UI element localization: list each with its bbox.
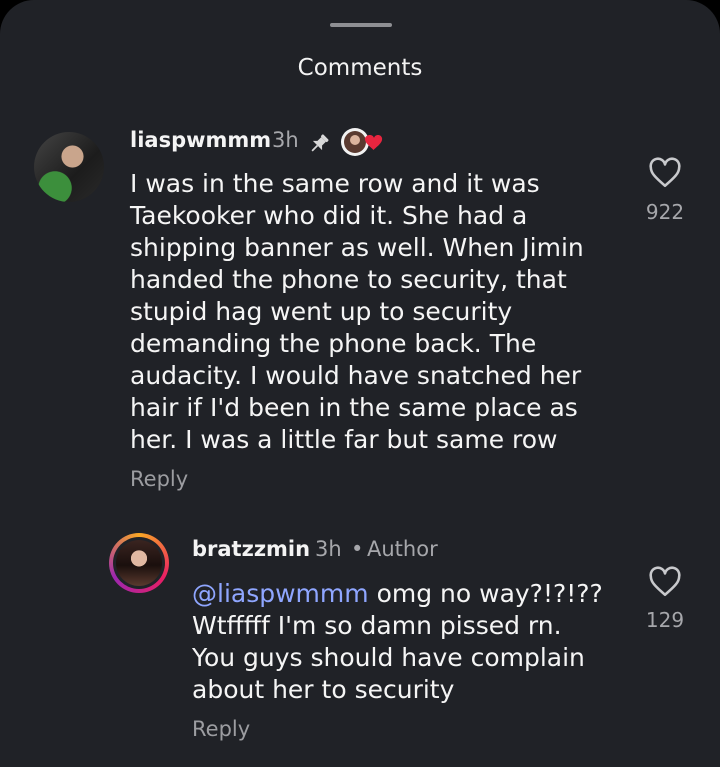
mention-link[interactable]: @liaspwmmm [192, 579, 369, 608]
avatar[interactable] [34, 132, 104, 202]
like-count: 129 [645, 608, 685, 632]
comment-username[interactable]: bratzzmin [192, 537, 310, 561]
comment-text: @liaspwmmm omg no way?!?!?? Wtfffff I'm … [192, 578, 612, 706]
page-title: Comments [297, 55, 423, 81]
like-count: 922 [645, 200, 685, 224]
avatar[interactable] [109, 533, 169, 593]
meta-separator: • [351, 537, 364, 561]
author-badge: Author [367, 537, 438, 561]
comment-time: 3h [315, 537, 342, 561]
reply-button[interactable]: Reply [130, 467, 188, 491]
comment-text: I was in the same row and it was Taekook… [130, 169, 584, 454]
comment-time: 3h [272, 128, 299, 152]
comments-sheet: Comments liaspwmmm 3h I was in the same … [0, 0, 720, 767]
comment-username[interactable]: liaspwmmm [130, 128, 271, 152]
reply-button[interactable]: Reply [192, 717, 250, 741]
pin-icon [311, 134, 329, 152]
heart-outline-icon[interactable] [648, 566, 682, 598]
heart-outline-icon[interactable] [648, 157, 682, 189]
drag-handle[interactable] [330, 23, 392, 27]
liked-by-author-sticker [341, 128, 383, 156]
